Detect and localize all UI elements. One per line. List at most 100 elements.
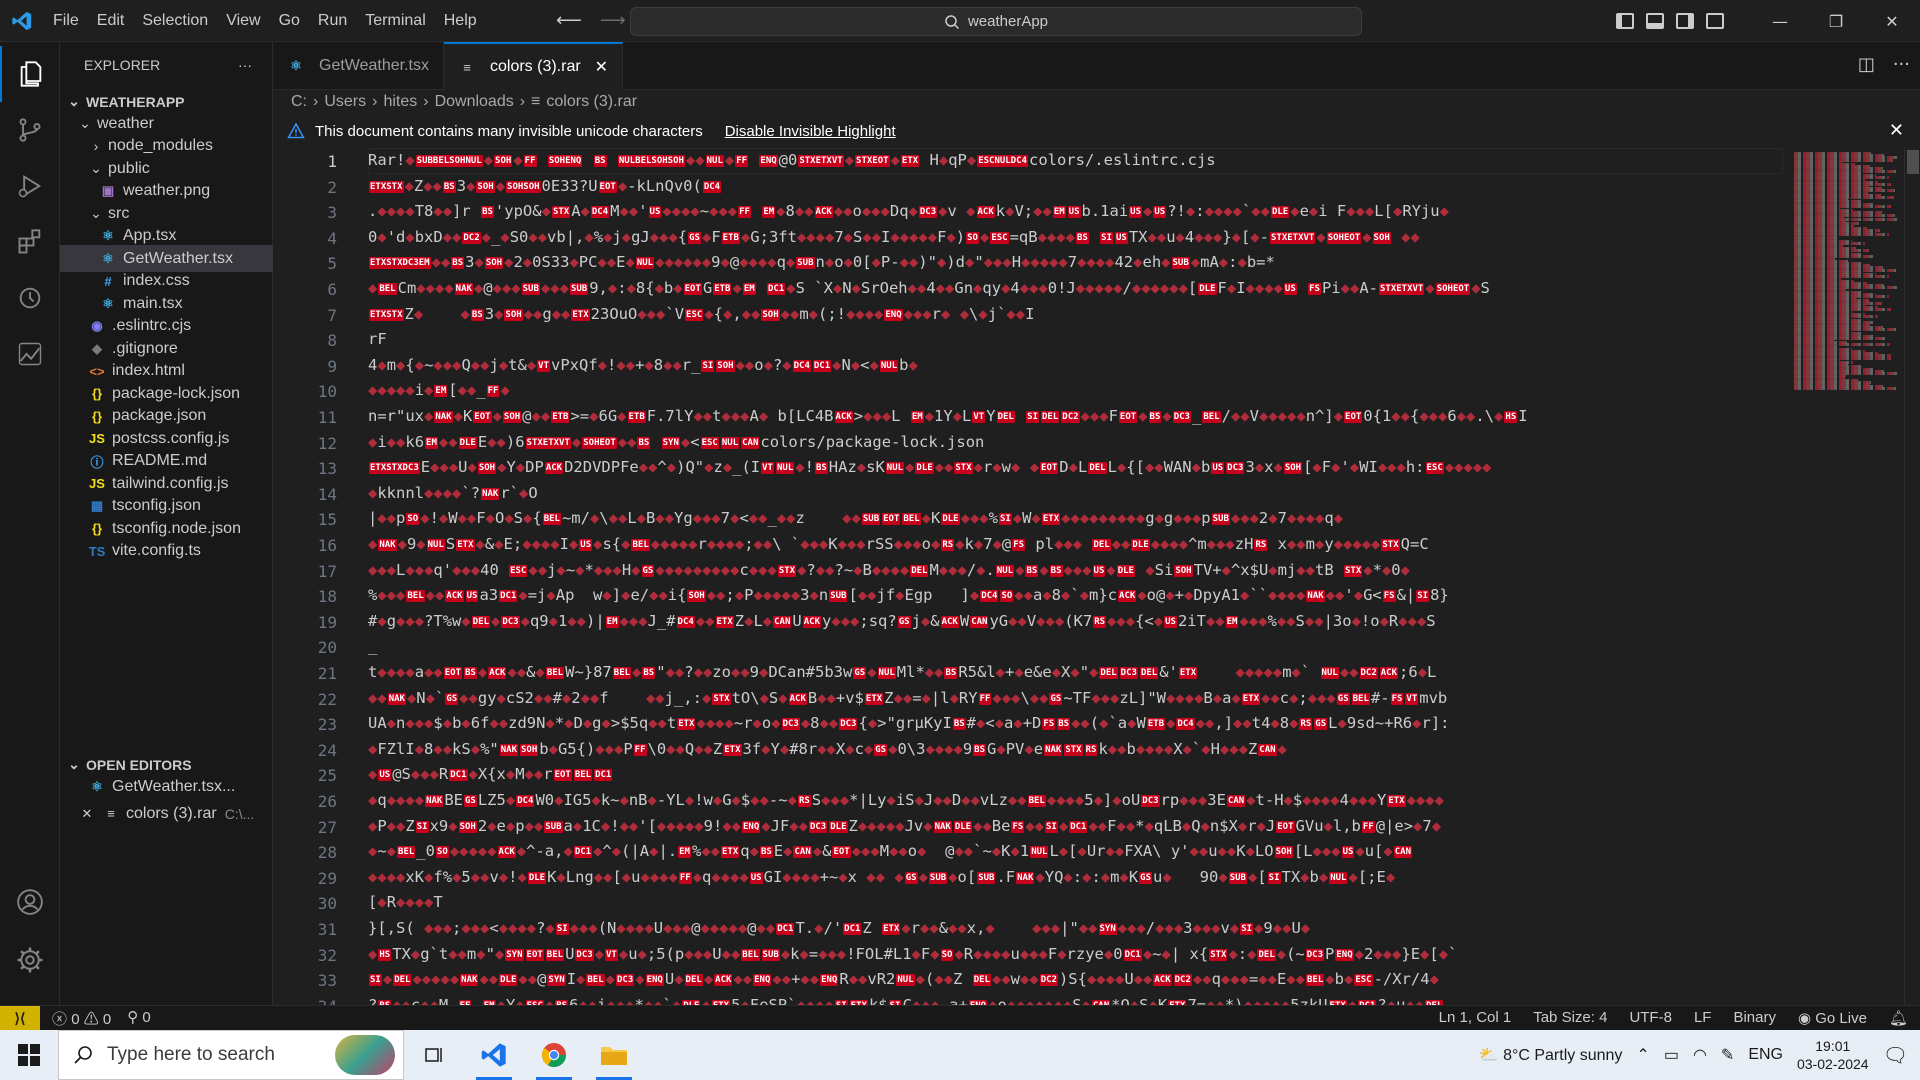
tab-getweather[interactable]: ⚛ GetWeather.tsx bbox=[273, 42, 444, 90]
code-line[interactable]: ◆◆◆L◆◆◆q'◆◆◆40 ESC ◆◆j◆~◆*◆◆◆H◆ GS ◆◆◆◆◆◆◆◆… bbox=[368, 561, 1778, 585]
cursor-position[interactable]: Ln 1, Col 1 bbox=[1439, 1009, 1512, 1027]
code-line[interactable]: t◆◆◆◆a◆◆ EOT BS ◆ ACK ◆◆&◆ BEL W~}87 BEL ◆ BS "◆◆?◆… bbox=[368, 663, 1778, 687]
settings-gear-icon[interactable] bbox=[0, 932, 60, 988]
task-view-icon[interactable] bbox=[404, 1030, 464, 1080]
ports-indicator[interactable]: ⚲ 0 bbox=[127, 1008, 151, 1029]
timeline-history-icon[interactable] bbox=[0, 270, 60, 326]
back-arrow-icon[interactable]: ⟵ bbox=[556, 10, 582, 31]
chrome-taskbar-icon[interactable] bbox=[524, 1030, 584, 1080]
forward-arrow-icon[interactable]: ⟶ bbox=[600, 10, 626, 31]
code-line[interactable]: 4◆m◆{◆~◆◆◆Q◆◆j◆t&◆ VT vPxQf◆!◆◆+◆8◆◆r_ SI SO… bbox=[368, 356, 1778, 380]
code-line[interactable]: .◆◆◆◆T8◆◆]r BS'ypO&◆ STX A◆ DC4 M◆◆' US ◆◆◆◆~◆… bbox=[368, 202, 1778, 226]
disable-highlight-link[interactable]: Disable Invisible Highlight bbox=[725, 123, 896, 140]
code-line[interactable]: Rar!◆ SUBBELSOHNUL ◆ SOH ◆ FF SOHENQ BS NULBE… bbox=[368, 151, 1778, 175]
code-line[interactable]: |◆◆p SO ◆!◆W◆◆F◆O◆S◆{BEL ~m/◆\◆◆L◆B◆◆Yg◆◆◆7… bbox=[368, 509, 1778, 533]
wifi-icon[interactable]: ◠ bbox=[1693, 1045, 1707, 1065]
breadcrumb-item[interactable]: colors (3).rar bbox=[546, 93, 637, 111]
editor-more-actions-icon[interactable]: ··· bbox=[1893, 54, 1910, 75]
close-tab-icon[interactable]: ✕ bbox=[595, 57, 608, 77]
minimap[interactable] bbox=[1790, 148, 1902, 1008]
battery-icon[interactable]: ▭ bbox=[1664, 1045, 1679, 1065]
pen-icon[interactable]: ✎ bbox=[1721, 1045, 1734, 1065]
menu-help[interactable]: Help bbox=[435, 12, 486, 30]
close-warning-icon[interactable]: ✕ bbox=[1889, 120, 1904, 141]
run-debug-icon[interactable] bbox=[0, 158, 60, 214]
code-line[interactable]: ◆P◆◆Z SI x9◆ SOH 2◆e◆p◆◆ SUB a◆1C◆!◆◆'[◆◆◆◆◆9!… bbox=[368, 817, 1778, 841]
code-line[interactable]: ◆ US @S◆◆◆R DC1 ◆X{x◆M◆◆r EOT BEL DC1 bbox=[368, 765, 1778, 789]
accounts-icon[interactable] bbox=[0, 874, 60, 930]
extensions-icon[interactable] bbox=[0, 214, 60, 270]
code-line[interactable]: ◆kknnl◆◆◆◆`? NAK r`◆O bbox=[368, 484, 1778, 508]
remote-explorer-icon[interactable] bbox=[0, 326, 60, 382]
chevron-up-icon[interactable]: ⌃ bbox=[1636, 1045, 1649, 1065]
tab-size[interactable]: Tab Size: 4 bbox=[1533, 1009, 1607, 1027]
code-line[interactable]: ◆ HS TX◆g`t◆◆m◆"◆ SYN EOT BEL U DC3 ◆ VT ◆u◆;5(p◆◆… bbox=[368, 945, 1778, 969]
menu-edit[interactable]: Edit bbox=[88, 12, 134, 30]
minimize-button[interactable]: — bbox=[1752, 0, 1808, 42]
code-line[interactable]: ◆◆ NAK ◆N◆` GS ◆◆gy◆cS2◆◆#◆2◆◆f ◆◆j_,:◆ STX tO… bbox=[368, 689, 1778, 713]
code-line[interactable]: ETXSTX ◆Z◆◆ BS 3◆ SOH ◆ SOHSOH 0E33?U EOT ◆-kLnQv… bbox=[368, 177, 1778, 201]
menu-go[interactable]: Go bbox=[270, 12, 309, 30]
code-line[interactable]: [◆R◆◆◆◆T bbox=[368, 893, 1778, 917]
menu-run[interactable]: Run bbox=[309, 12, 356, 30]
toggle-primary-sidebar-icon[interactable] bbox=[1616, 13, 1634, 29]
problems-indicator[interactable]: ⓧ 0 ⚠ 0 bbox=[52, 1008, 111, 1029]
code-line[interactable]: _ bbox=[368, 637, 1778, 661]
menu-file[interactable]: File bbox=[44, 12, 88, 30]
code-line[interactable]: ETXSTX Z◆ ◆ BS 3◆ SOH ◆◆g◆◆ ETX 23OuO◆◆◆`V ESC ◆{… bbox=[368, 305, 1778, 329]
code-line[interactable]: %◆◆◆ BEL ◆◆ ACK US a3 DC1 ◆=j◆Ap w◆]◆e/◆◆i{SOH ◆… bbox=[368, 586, 1778, 610]
open-editor-item[interactable]: ⚛ GetWeather.tsx... bbox=[60, 773, 273, 800]
code-line[interactable]: ETXSTXDC3EM ◆◆ BS 3◆ SOH ◆2◆0S33◆PC◆◆E◆ NUL ◆◆◆… bbox=[368, 253, 1778, 277]
code-line[interactable]: 0◆'d◆bxD◆◆ DC2 ◆_◆S0◆◆vb|,◆%◆j◆gJ◆◆◆{GS ◆F E… bbox=[368, 228, 1778, 252]
more-actions-icon[interactable]: ··· bbox=[238, 57, 252, 73]
menu-terminal[interactable]: Terminal bbox=[356, 12, 434, 30]
remote-indicator-icon[interactable]: ⟩⟨ bbox=[0, 1005, 40, 1031]
maximize-button[interactable]: ❐ bbox=[1808, 0, 1864, 42]
vscode-taskbar-icon[interactable] bbox=[464, 1030, 524, 1080]
breadcrumb-item[interactable]: Downloads bbox=[435, 93, 514, 111]
encoding[interactable]: UTF-8 bbox=[1629, 1009, 1672, 1027]
code-line[interactable]: ◆◆◆◆◆i◆ EM [◆◆_ FF ◆ bbox=[368, 381, 1778, 405]
code-line[interactable]: #◆g◆◆◆?T%w◆ DEL ◆ DC3 ◆q9◆1◆◆)| EM ◆◆◆J_# DC4 ◆◆… bbox=[368, 612, 1778, 636]
close-icon[interactable]: ✕ bbox=[78, 806, 96, 822]
toggle-secondary-sidebar-icon[interactable] bbox=[1676, 13, 1694, 29]
breadcrumb-item[interactable]: hites bbox=[383, 93, 417, 111]
taskbar-search[interactable]: Type here to search bbox=[58, 1030, 404, 1080]
code-line[interactable]: ETXSTXDC3 E◆◆◆U◆ SOH ◆Y◆DP ACK D2DVDPFe◆◆^◆)Q… bbox=[368, 458, 1778, 482]
code-line[interactable]: ◆q◆◆◆◆ NAK BE GS LZ5◆ DC4 W0◆IG5◆k~◆nB◆-YL◆!w◆… bbox=[368, 791, 1778, 815]
language-mode[interactable]: Binary bbox=[1733, 1009, 1776, 1027]
language-indicator[interactable]: ENG bbox=[1748, 1046, 1783, 1064]
code-line[interactable]: }[,S( ◆◆◆;◆◆◆<◆◆◆◆?◆ SI ◆◆◆(N◆◆◆◆U◆◆◆@◆◆◆◆… bbox=[368, 919, 1778, 943]
code-line[interactable]: ◆FZlI◆8◆◆kS◆%" NAK SOH b◆G5{)◆◆◆P FF \0◆◆Q◆◆Z… bbox=[368, 740, 1778, 764]
windows-start-icon[interactable] bbox=[0, 1030, 58, 1080]
code-line[interactable]: UA◆n◆◆◆$◆b◆6f◆◆zd9N◆*◆D◆g◆>$5q◆◆t ETX ◆◆◆◆… bbox=[368, 714, 1778, 738]
weather-widget[interactable]: ⛅ 8°C Partly sunny bbox=[1479, 1045, 1623, 1065]
source-control-icon[interactable] bbox=[0, 102, 60, 158]
breadcrumb-item[interactable]: C: bbox=[291, 93, 307, 111]
menu-selection[interactable]: Selection bbox=[133, 12, 217, 30]
file-explorer-taskbar-icon[interactable] bbox=[584, 1030, 644, 1080]
code-line[interactable]: ◆ NAK ◆9◆ NUL S ETX ◆&◆E;◆◆◆◆I◆ US ◆s{◆ BEL ◆◆◆◆◆r… bbox=[368, 535, 1778, 559]
editor-area[interactable]: 1 Rar!◆ SUBBELSOHNUL ◆ SOH ◆ FF SOHENQ BS NULB… bbox=[273, 148, 1785, 1008]
code-line[interactable]: ◆ BEL Cm◆◆◆◆ NAK ◆@◆◆◆ SUB ◆◆◆ SUB 9,◆:◆8{◆b◆ EOT… bbox=[368, 279, 1778, 303]
code-line[interactable]: ◆~◆ BEL _0 SO ◆◆◆◆◆ ACK ◆^-a,◆ DC1 ◆^◆(|A◆|. EM %◆… bbox=[368, 842, 1778, 866]
code-line[interactable]: rF bbox=[368, 330, 1778, 354]
command-center-search[interactable]: weatherApp bbox=[630, 7, 1362, 36]
code-line[interactable]: SI ◆ DEL ◆◆◆◆◆ NAK ◆◆ DLE ◆◆@ SYN I◆ BEL ◆ DC3 ◆ ENQ U◆… bbox=[368, 970, 1778, 994]
tree-file[interactable]: TS vite.config.ts bbox=[60, 538, 273, 565]
customize-layout-icon[interactable] bbox=[1706, 13, 1724, 29]
notifications-bell-icon[interactable]: 🔔︎ bbox=[1889, 1009, 1908, 1027]
scrollbar-thumb[interactable] bbox=[1907, 150, 1919, 174]
clock[interactable]: 19:01 03-02-2024 bbox=[1797, 1037, 1869, 1073]
open-editor-item[interactable]: ✕ ≡ colors (3).rar C:\... bbox=[60, 800, 273, 827]
notifications-icon[interactable]: 🗨︎ bbox=[1883, 1043, 1908, 1068]
code-line[interactable]: ◆◆◆◆xK◆f%◆5◆◆v◆!◆ DLE K◆Lng◆◆[◆u◆◆◆◆ FF ◆q◆◆… bbox=[368, 868, 1778, 892]
code-line[interactable]: n=r"ux◆ NAK ◆K EOT ◆ SOH @◆◆ ETB >=◆6G◆ ETB F.7lY◆… bbox=[368, 407, 1778, 431]
end-of-line[interactable]: LF bbox=[1694, 1009, 1712, 1027]
breadcrumb-item[interactable]: Users bbox=[324, 93, 366, 111]
vertical-scrollbar[interactable] bbox=[1904, 148, 1919, 1008]
code-line[interactable]: ◆i◆◆k6 EM ◆◆ DLE E◆◆)6 STXETXVT ◆ SOHEOT ◆◆ BS SY… bbox=[368, 433, 1778, 457]
menu-view[interactable]: View bbox=[217, 12, 269, 30]
close-window-button[interactable]: ✕ bbox=[1864, 0, 1920, 42]
toggle-panel-icon[interactable] bbox=[1646, 13, 1664, 29]
